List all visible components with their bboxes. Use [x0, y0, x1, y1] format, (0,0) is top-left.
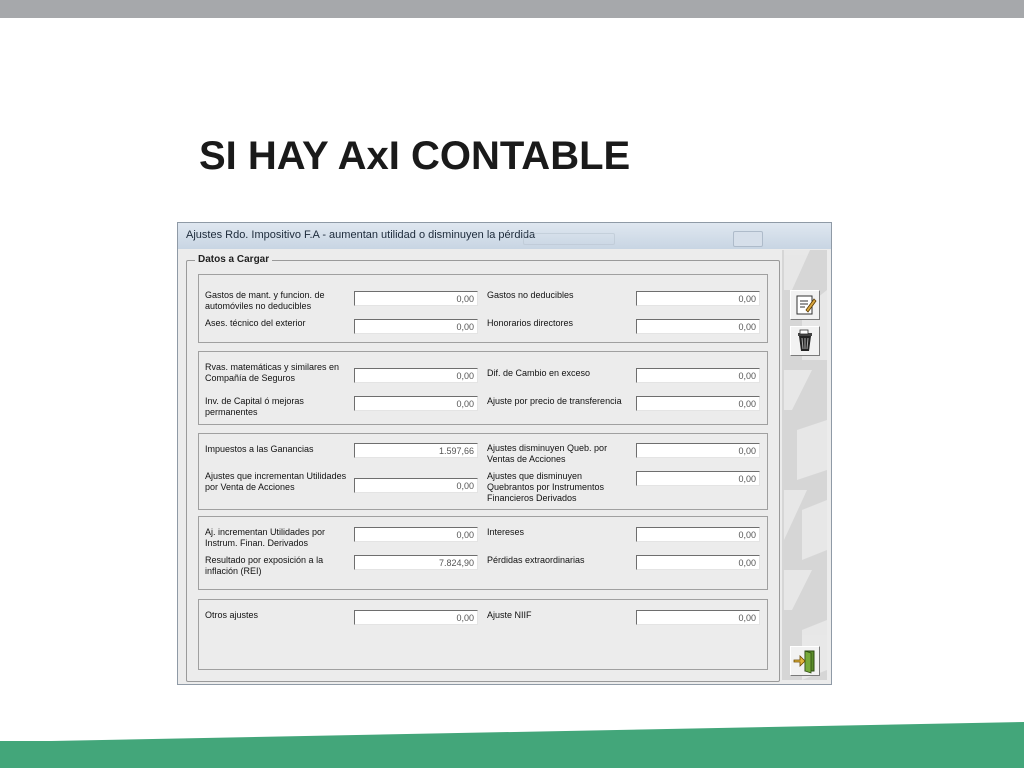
field-label: Ajustes disminuyen Queb. por Ventas de A…	[487, 443, 608, 464]
group-legend: Datos a Cargar	[195, 254, 273, 265]
field-label: Ajuste NIIF	[487, 610, 532, 620]
amount-field[interactable]: 0,00	[354, 396, 478, 411]
toolbar-panel	[782, 250, 827, 680]
field-label: Dif. de Cambio en exceso	[487, 368, 591, 378]
field-label: Ajustes que incrementan Utilidades por V…	[205, 471, 347, 492]
amount-field[interactable]: 0,00	[354, 478, 478, 493]
field-label: Ases. técnico del exterior	[205, 318, 306, 328]
amount-field[interactable]: 0,00	[636, 396, 760, 411]
amount-field[interactable]: 0,00	[636, 555, 760, 570]
field-group-3: Impuestos a las Ganancias 1.597,66 Ajust…	[198, 433, 768, 510]
field-label: Impuestos a las Ganancias	[205, 444, 314, 454]
amount-field[interactable]: 7.824,90	[354, 555, 478, 570]
field-label: Resultado por exposición a la inflación …	[205, 555, 324, 576]
field-label: Inv. de Capital ó mejoras permanentes	[205, 396, 304, 417]
field-label: Intereses	[487, 527, 525, 537]
amount-field[interactable]: 0,00	[636, 527, 760, 542]
delete-button[interactable]	[790, 326, 820, 356]
field-label: Gastos no deducibles	[487, 290, 574, 300]
amount-field[interactable]: 0,00	[354, 368, 478, 383]
slide-top-bar	[0, 0, 1024, 18]
field-label: Pérdidas extraordinarias	[487, 555, 585, 565]
edit-document-icon	[796, 295, 817, 315]
amount-field[interactable]: 0,00	[354, 610, 478, 625]
amount-field[interactable]: 0,00	[636, 368, 760, 383]
amount-field[interactable]: 0,00	[636, 471, 760, 486]
exit-button[interactable]	[790, 646, 820, 676]
amount-field[interactable]: 0,00	[354, 319, 478, 334]
faded-close-button	[733, 231, 763, 247]
field-label: Otros ajustes	[205, 610, 259, 620]
window-title-bar[interactable]: Ajustes Rdo. Impositivo F.A - aumentan u…	[178, 223, 831, 249]
field-label: Honorarios directores	[487, 318, 574, 328]
bottom-accent-wedge	[0, 722, 1024, 742]
field-group-5: Otros ajustes 0,00 Ajuste NIIF 0,00	[198, 599, 768, 670]
window-title: Ajustes Rdo. Impositivo F.A - aumentan u…	[186, 229, 536, 241]
amount-field[interactable]: 0,00	[354, 527, 478, 542]
field-label: Ajuste por precio de transferencia	[487, 396, 622, 406]
amount-field[interactable]: 0,00	[636, 443, 760, 458]
field-group-2: Rvas. matemáticas y similares en Compañí…	[198, 351, 768, 425]
amount-field[interactable]: 0,00	[636, 610, 760, 625]
field-group-1: Gastos de mant. y funcion. de automóvile…	[198, 274, 768, 343]
exit-door-icon	[793, 650, 815, 674]
field-label: Gastos de mant. y funcion. de automóvile…	[205, 290, 325, 311]
field-label: Ajustes que disminuyen Quebrantos por In…	[487, 471, 605, 503]
dialog-client-area: Datos a Cargar Gastos de mant. y funcion…	[182, 250, 827, 682]
amount-field[interactable]: 0,00	[636, 319, 760, 334]
field-label: Rvas. matemáticas y similares en Compañí…	[205, 362, 340, 383]
slide-bottom-band	[0, 741, 1024, 768]
field-group-4: Aj. incrementan Utilidades por Instrum. …	[198, 516, 768, 590]
amount-field[interactable]: 0,00	[354, 291, 478, 306]
dialog-window: Ajustes Rdo. Impositivo F.A - aumentan u…	[177, 222, 832, 685]
slide-title: SI HAY AxI CONTABLE	[199, 134, 631, 178]
field-label: Aj. incrementan Utilidades por Instrum. …	[205, 527, 326, 548]
amount-field[interactable]: 1.597,66	[354, 443, 478, 458]
amount-field[interactable]: 0,00	[636, 291, 760, 306]
trash-bin-icon	[798, 329, 812, 351]
faded-title-element	[523, 233, 615, 245]
edit-button[interactable]	[790, 290, 820, 320]
